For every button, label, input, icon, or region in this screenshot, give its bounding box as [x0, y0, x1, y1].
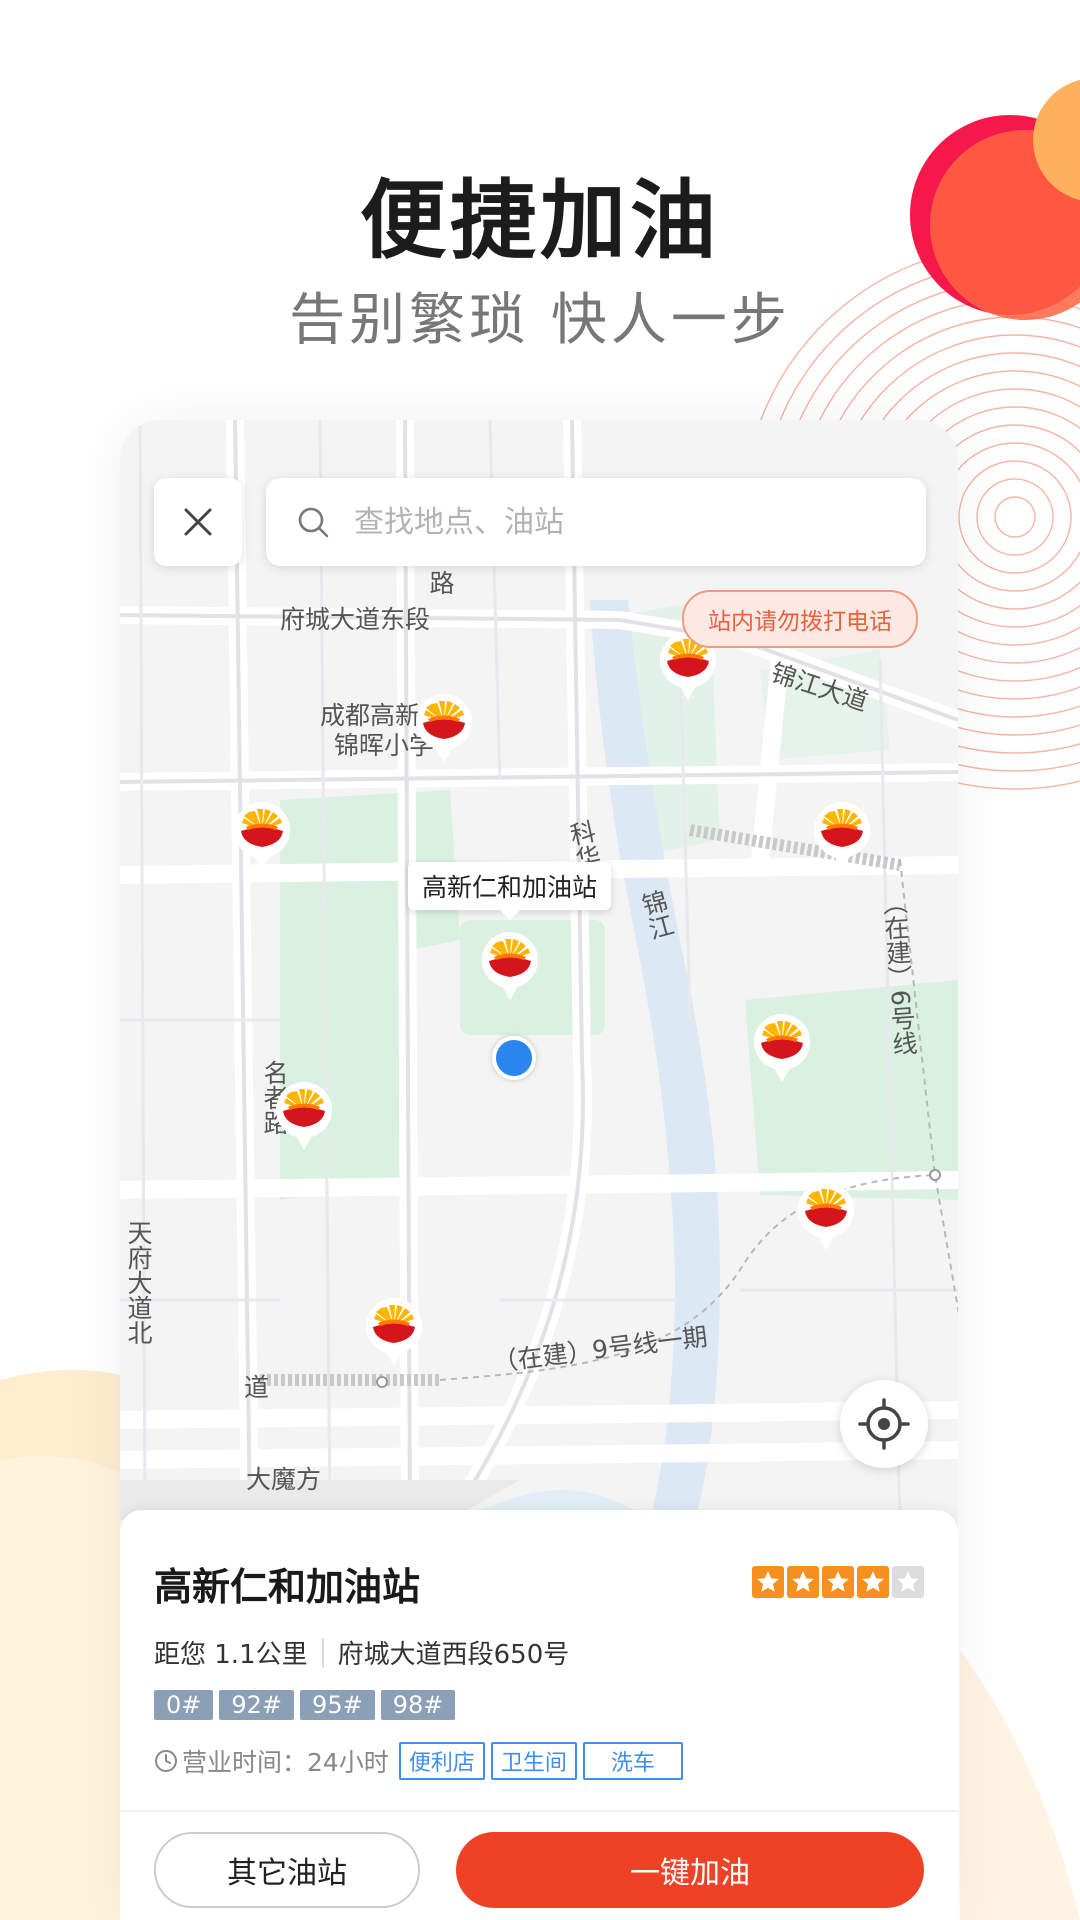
search-icon [296, 505, 330, 539]
star-icon [752, 1566, 784, 1598]
station-logo-icon [234, 802, 290, 870]
phone-frame: 府城大道东段 路 成都高新 锦晖小学 锦江大道 科华路 锦江 （在建）6号线 名… [120, 420, 958, 1920]
fuel-tag: 0# [154, 1690, 214, 1720]
gas-station-marker[interactable] [812, 800, 872, 872]
gas-station-marker[interactable] [796, 1180, 856, 1252]
station-logo-icon [814, 802, 870, 870]
divider [120, 1810, 958, 1812]
station-logo-icon [416, 694, 472, 762]
search-input[interactable] [352, 503, 876, 541]
station-rating [752, 1566, 924, 1598]
station-logo-icon [276, 1082, 332, 1150]
service-tag: 便利店 [398, 1742, 485, 1780]
hours-row: 营业时间：24小时 便利店 卫生间 洗车 [154, 1742, 683, 1780]
map-label: 路 [426, 570, 455, 595]
hero-subtitle: 告别繁琐 快人一步 [289, 288, 791, 353]
station-callout[interactable]: 高新仁和加油站 [408, 862, 612, 920]
locate-icon [858, 1398, 910, 1450]
station-distance: 距您 1.1公里 [154, 1640, 308, 1670]
service-tag: 卫生间 [490, 1742, 577, 1780]
one-tap-refuel-button[interactable]: 一键加油 [456, 1832, 924, 1908]
station-logo-icon [366, 1298, 422, 1366]
close-button[interactable] [154, 478, 242, 566]
station-logo-icon [482, 932, 538, 1000]
star-icon [857, 1566, 889, 1598]
star-empty-icon [892, 1566, 924, 1598]
gas-station-marker-selected[interactable] [480, 930, 540, 1002]
map-label: 道 [244, 1373, 270, 1402]
station-logo-icon [754, 1014, 810, 1082]
clock-icon [155, 1750, 177, 1772]
hero-title: 便捷加油 [360, 171, 720, 271]
gas-station-marker[interactable] [752, 1012, 812, 1084]
gas-station-marker[interactable] [232, 800, 292, 872]
search-bar[interactable] [266, 478, 926, 566]
gas-station-marker[interactable] [274, 1080, 334, 1152]
star-icon [822, 1566, 854, 1598]
fuel-tag: 98# [380, 1690, 456, 1720]
close-icon [184, 508, 212, 536]
map-label: 天府大道北 [124, 1220, 153, 1345]
business-hours: 营业时间：24小时 [182, 1748, 389, 1777]
fuel-tag: 92# [219, 1690, 295, 1720]
gas-station-marker[interactable] [414, 692, 474, 764]
star-icon [787, 1566, 819, 1598]
divider [321, 1637, 324, 1668]
service-tag: 洗车 [582, 1742, 683, 1780]
station-name: 高新仁和加油站 [154, 1565, 421, 1609]
station-location-row: 距您 1.1公里 府城大道西段650号 [154, 1634, 569, 1671]
locate-button[interactable] [840, 1380, 928, 1468]
fuel-type-list: 0# 92# 95# 98# [154, 1690, 456, 1720]
gas-station-marker[interactable] [364, 1296, 424, 1368]
fuel-tag: 95# [300, 1690, 375, 1720]
user-location-dot [492, 1036, 536, 1080]
safety-notice-badge: 站内请勿拨打电话 [682, 590, 918, 648]
map-label: 府城大道东段 [280, 605, 431, 634]
other-stations-button[interactable]: 其它油站 [154, 1832, 420, 1908]
map-label: 大魔方 [246, 1465, 322, 1494]
station-address: 府城大道西段650号 [337, 1640, 570, 1670]
station-logo-icon [798, 1182, 854, 1250]
station-info-card: 高新仁和加油站 距您 1.1公里 府城大道西段650号 0# 92# 95# 9… [120, 1510, 958, 1920]
